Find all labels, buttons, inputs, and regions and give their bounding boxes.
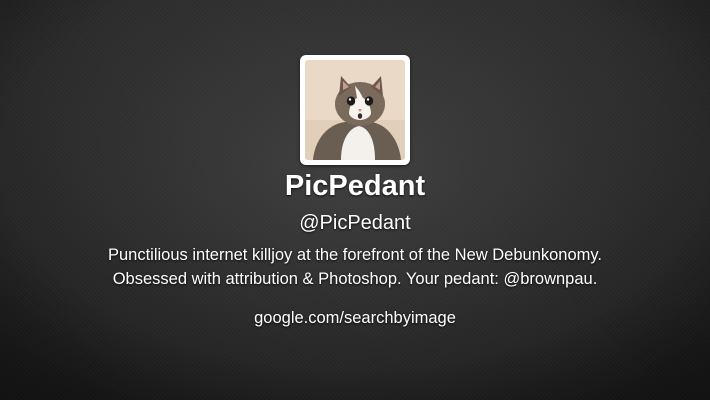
profile-bio: Punctilious internet killjoy at the fore… [0,243,710,291]
bio-line: Obsessed with attribution & Photoshop. Y… [0,267,710,291]
cat-avatar-icon [305,60,405,160]
bio-line: Punctilious internet killjoy at the fore… [107,246,603,264]
bio-text: Obsessed with attribution & Photoshop. Y… [112,270,504,288]
profile-name: PicPedant [284,170,426,202]
profile-website: google.com/searchbyimage [0,309,710,328]
profile-header-card: PicPedant @PicPedant Punctilious interne… [0,0,710,400]
website-link[interactable]: google.com/searchbyimage [254,309,456,327]
profile-handle[interactable]: @PicPedant [0,212,710,235]
profile-avatar[interactable] [300,55,410,165]
mention-link[interactable]: @brownpau. [503,270,597,288]
